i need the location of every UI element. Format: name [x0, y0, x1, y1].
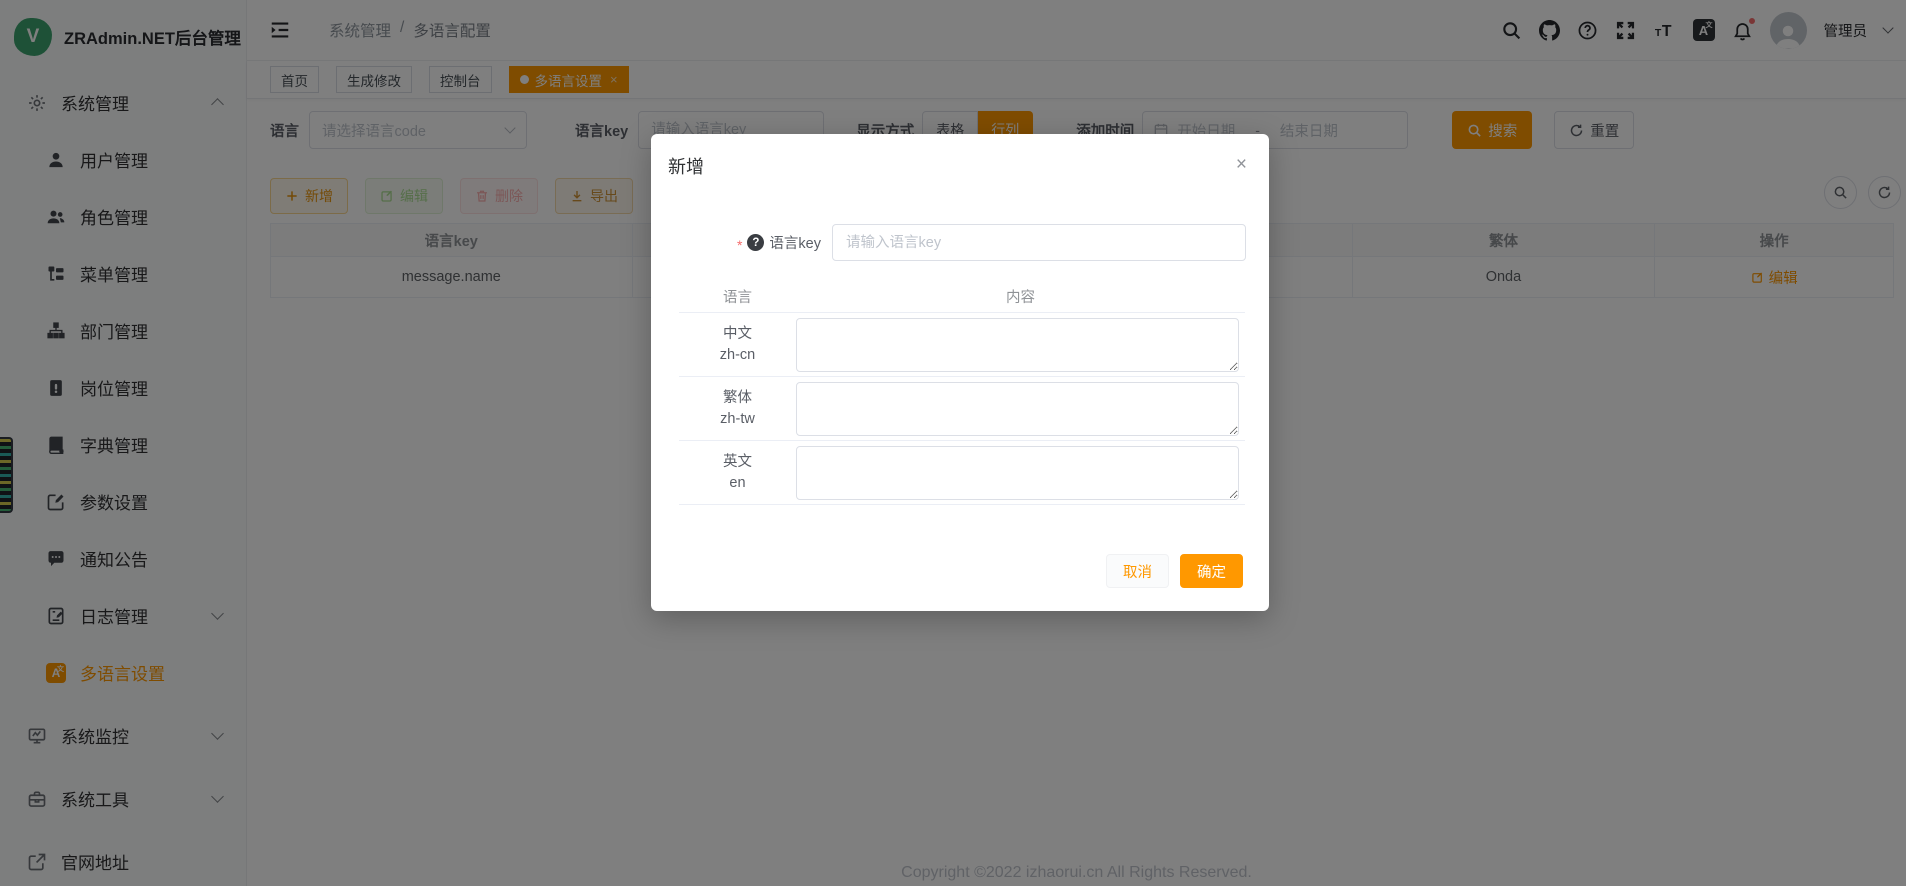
dialog-close-icon[interactable]: ×	[1236, 155, 1247, 174]
language-code: en	[679, 473, 796, 494]
dialog-title: 新增	[668, 153, 704, 179]
language-name: 英文	[679, 452, 796, 473]
dialog-footer: 取消 确定	[1106, 554, 1243, 588]
dialog-row-en: 英文 en	[679, 441, 1245, 505]
required-asterisk: *	[737, 237, 742, 253]
language-name-cell: 英文 en	[679, 452, 796, 494]
language-name-cell: 繁体 zh-tw	[679, 388, 796, 430]
language-code: zh-cn	[679, 345, 796, 366]
confirm-button[interactable]: 确定	[1180, 554, 1243, 588]
language-name: 中文	[679, 324, 796, 345]
form-label-wrap: * ? 语言key	[651, 232, 832, 253]
dialog-language-table: 语言 内容 中文 zh-cn 繁体 zh-tw 英文 en	[679, 280, 1245, 505]
content-textarea-zh-tw[interactable]	[796, 382, 1239, 436]
dialog-table-header: 语言 内容	[679, 280, 1245, 313]
cancel-button[interactable]: 取消	[1106, 554, 1169, 588]
add-dialog: 新增 × * ? 语言key 语言 内容 中文 zh-cn 繁体 zh-tw	[651, 134, 1269, 611]
content-textarea-en[interactable]	[796, 446, 1239, 500]
language-key-form-row: * ? 语言key	[651, 224, 1269, 261]
language-name: 繁体	[679, 388, 796, 409]
content-textarea-zh-cn[interactable]	[796, 318, 1239, 372]
column-header-language: 语言	[679, 286, 796, 307]
help-icon[interactable]: ?	[747, 234, 764, 251]
language-name-cell: 中文 zh-cn	[679, 324, 796, 366]
language-key-label: 语言key	[769, 232, 821, 253]
dialog-row-zh-cn: 中文 zh-cn	[679, 313, 1245, 377]
dialog-row-zh-tw: 繁体 zh-tw	[679, 377, 1245, 441]
language-code: zh-tw	[679, 409, 796, 430]
dialog-language-key-input[interactable]	[832, 224, 1246, 261]
column-header-content: 内容	[796, 286, 1245, 307]
